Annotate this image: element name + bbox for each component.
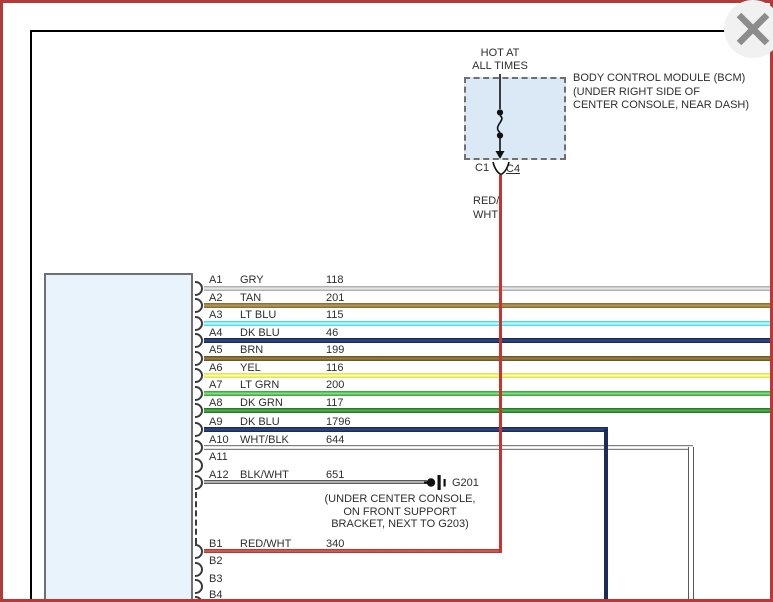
pin-arc-a10: [195, 440, 203, 455]
pin-arc-a7: [195, 385, 203, 401]
pin-arc-a12: [195, 475, 203, 490]
wire-b1: [204, 549, 501, 553]
pin-id-b3: B3: [209, 572, 223, 585]
wire-a2: [204, 303, 770, 308]
pin-arc-b3: [195, 579, 203, 594]
pin-arc-a9: [195, 422, 203, 437]
pin-arc-a11: [195, 457, 203, 473]
wire-a3: [204, 320, 770, 326]
wire-a10: [204, 445, 693, 450]
pin-arc-a5: [195, 350, 203, 366]
wire-a5: [204, 355, 770, 361]
diagram-border-left: [30, 30, 32, 602]
pin-id-b2: B2: [209, 555, 223, 567]
pin-arc-a8: [195, 403, 203, 418]
close-button[interactable]: [724, 0, 773, 58]
wire-a9-vertical: [604, 429, 608, 602]
hot-at-label: HOT AT ALL TIMES: [472, 47, 528, 72]
pin-arc-a2: [195, 298, 203, 313]
feed-wire-color-label: RED/ WHT: [473, 195, 500, 221]
ground-id-label: G201: [452, 477, 479, 489]
feed-wire-redwht: [499, 175, 502, 553]
bcm-note: BODY CONTROL MODULE (BCM) (UNDER RIGHT S…: [573, 72, 750, 111]
pin-arc-a1: [195, 280, 203, 296]
wire-a1: [204, 285, 770, 291]
fuse-icon: [495, 74, 505, 159]
wire-a7: [204, 390, 770, 396]
pin-arc-a4: [195, 333, 203, 348]
wire-a8: [204, 408, 770, 413]
close-x-icon: [736, 12, 770, 46]
frame-left: [0, 0, 3, 602]
pin-id-a11: A11: [209, 451, 228, 463]
pin-arc-b1: [195, 544, 203, 559]
radio-connector-box: [44, 273, 193, 602]
wiring-diagram-screen: HOT AT ALL TIMES RADIO FUSE 10A BODY CON…: [0, 0, 773, 602]
pin-arc-a6: [195, 368, 203, 383]
ground-note: (UNDER CENTER CONSOLE, ON FRONT SUPPORT …: [324, 493, 476, 530]
bcm-fuse-box: [464, 77, 566, 160]
pin-arc-a3: [195, 315, 203, 331]
ground-icon: [424, 475, 446, 490]
wire-a12: [204, 480, 427, 484]
pin-arc-b2: [195, 561, 203, 577]
frame-top: [0, 0, 773, 3]
wire-a6: [204, 373, 770, 378]
wire-a10-vertical: [688, 447, 694, 602]
wire-a9: [204, 427, 608, 432]
connector-c1-label: C1: [475, 162, 490, 174]
wire-a4: [204, 338, 770, 343]
diagram-border-top: [30, 30, 773, 32]
connector-break-dashed: [195, 492, 197, 544]
